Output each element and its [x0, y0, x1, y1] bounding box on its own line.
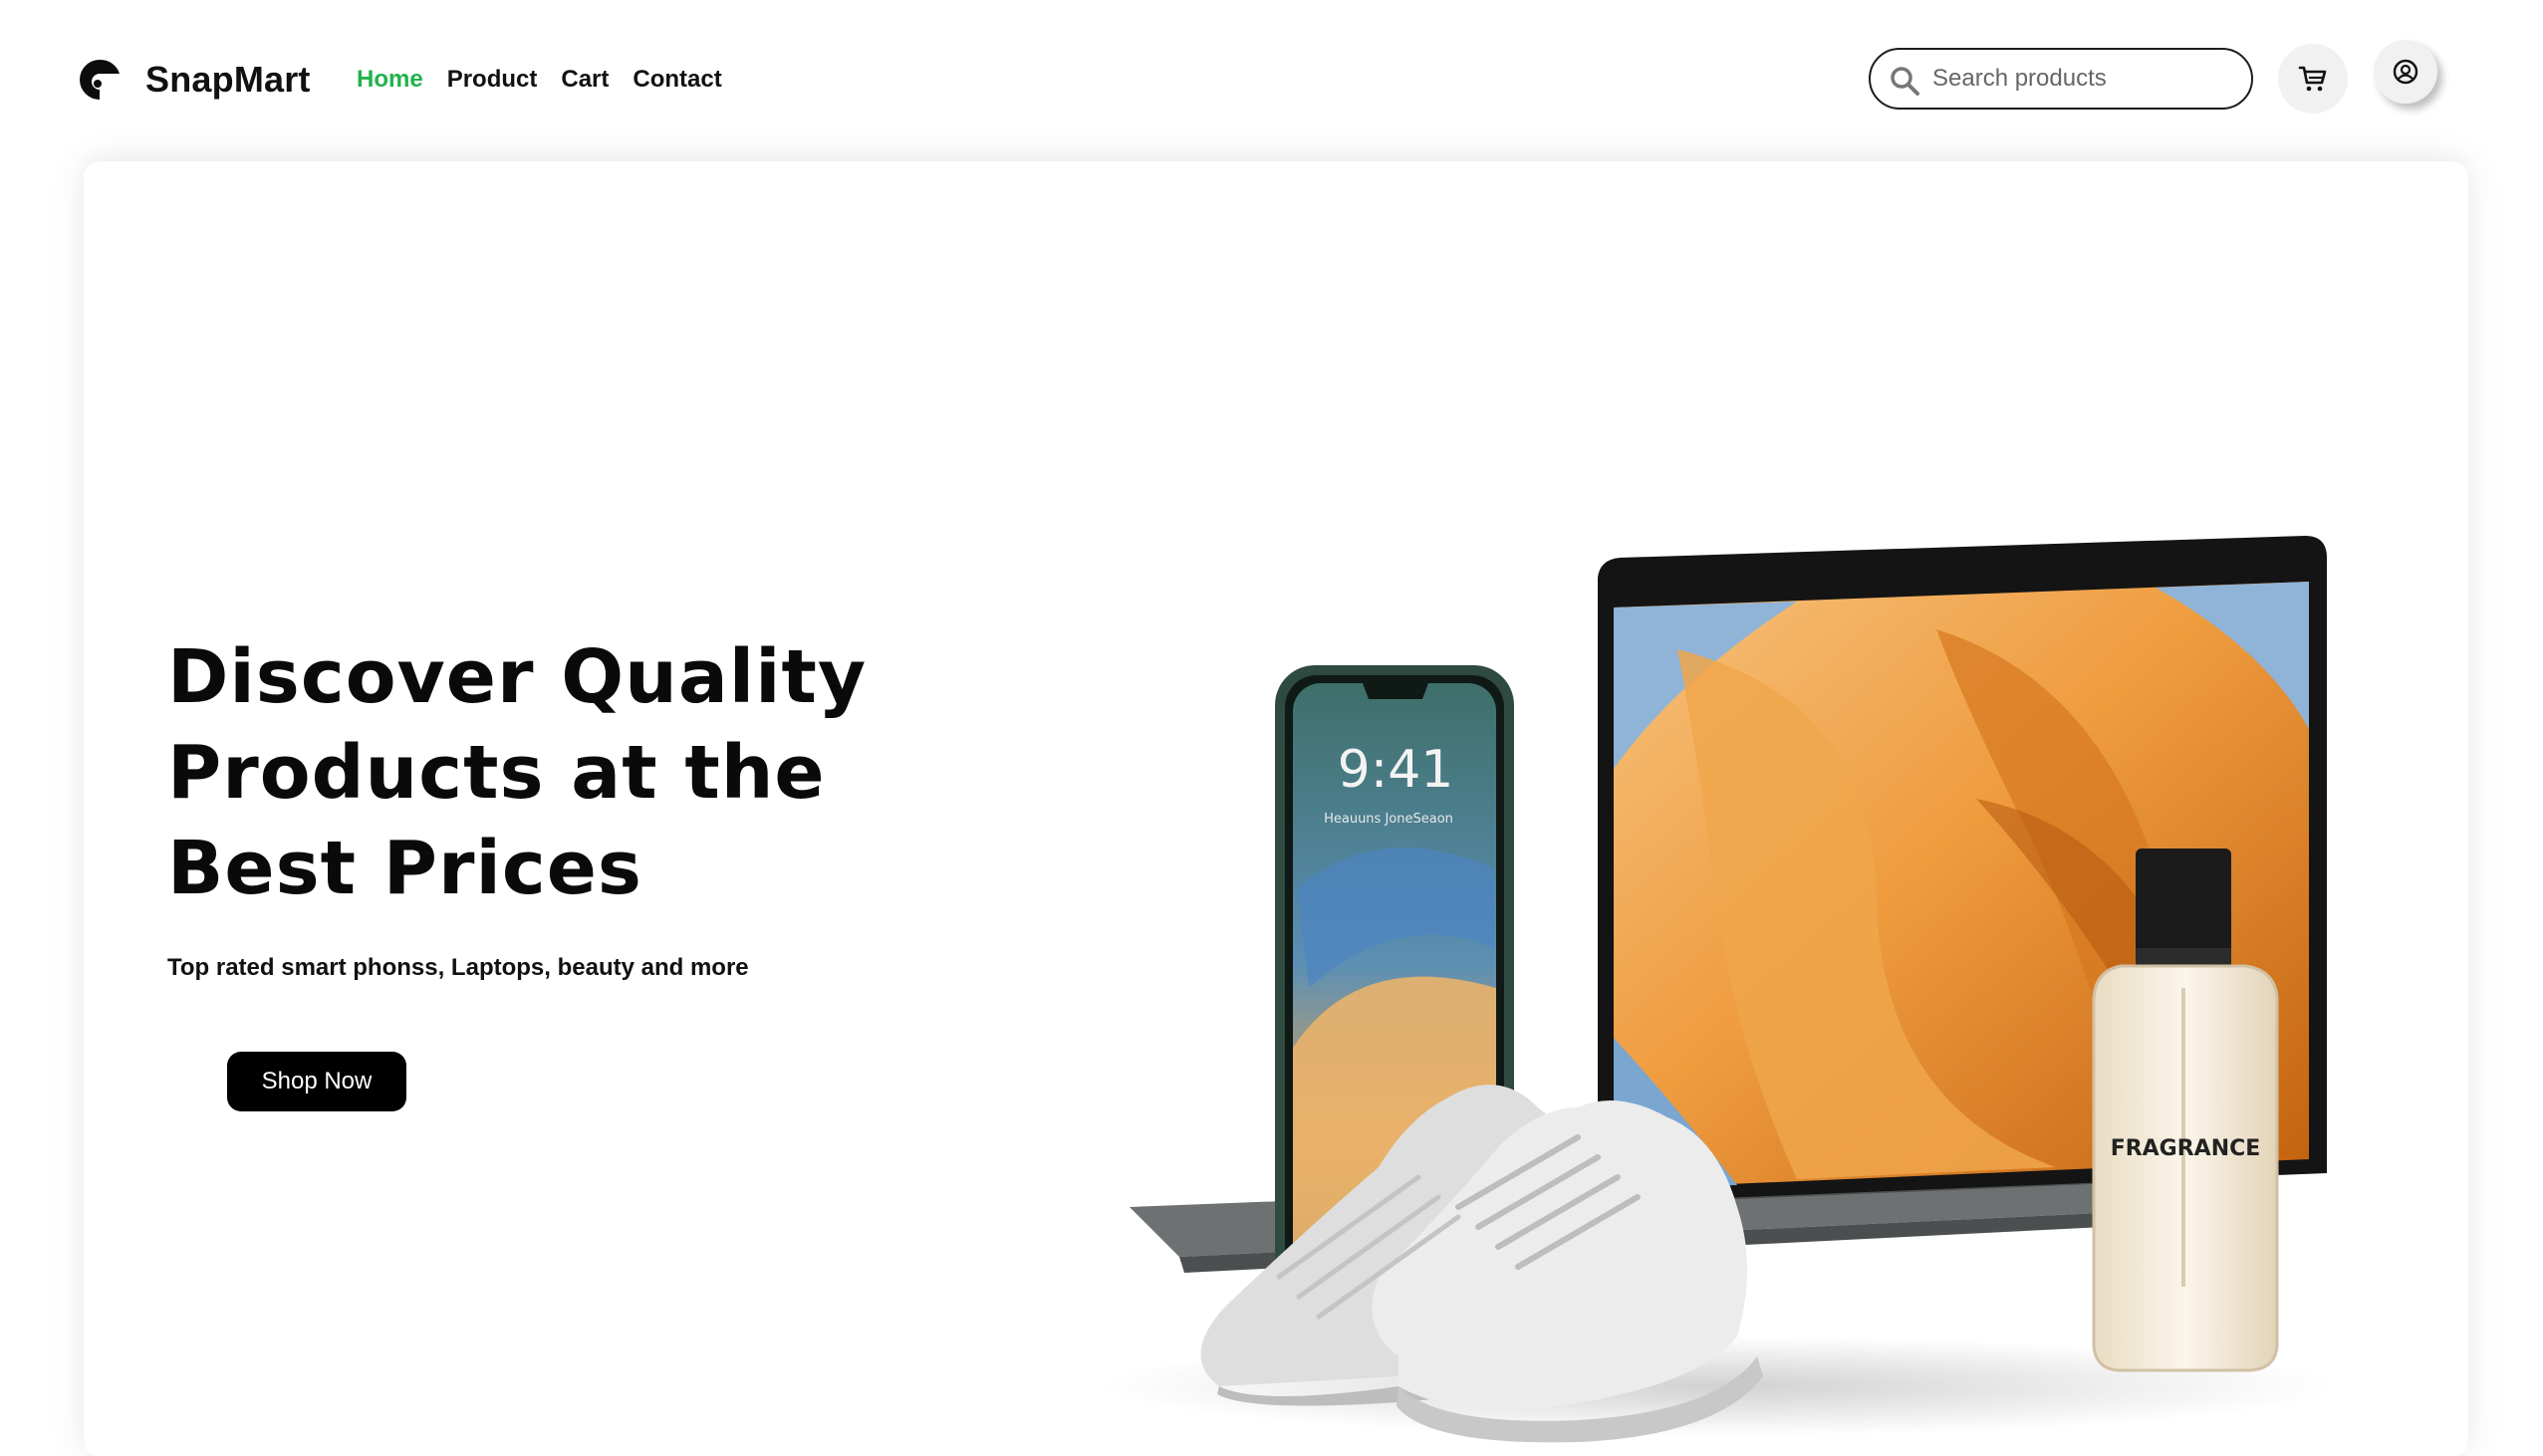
- phone-clock-text: 9:41: [1338, 740, 1454, 800]
- perfume-label-text: FRAGRANCE: [2111, 1136, 2261, 1161]
- nav-link-contact[interactable]: Contact: [633, 62, 721, 98]
- svg-text:Heauuns JoneSeaon: Heauuns JoneSeaon: [1324, 812, 1453, 827]
- cart-button[interactable]: [2278, 44, 2348, 114]
- hero-title: Discover Quality Products at the Best Pr…: [167, 634, 868, 911]
- snapmart-logo-icon[interactable]: [76, 56, 124, 104]
- main-nav: Home Product Cart Contact: [357, 62, 722, 98]
- search-icon: [1891, 67, 1919, 96]
- cart-icon: [2298, 66, 2327, 92]
- nav-link-product[interactable]: Product: [447, 62, 538, 98]
- site-header: SnapMart Home Product Cart Contact: [0, 0, 2543, 159]
- account-button[interactable]: [2374, 40, 2437, 104]
- user-circle-icon: [2393, 59, 2418, 85]
- hero-product-image: 9:41 Heauuns JoneSeaon FRAGRANCE: [1100, 536, 2335, 1443]
- hero-subtitle: Top rated smart phonss, Laptops, beauty …: [167, 954, 749, 981]
- shop-now-button[interactable]: Shop Now: [227, 1052, 406, 1111]
- search-input[interactable]: [1930, 58, 2239, 100]
- hero-card: Discover Quality Products at the Best Pr…: [84, 161, 2468, 1456]
- search-box: [1869, 48, 2253, 110]
- nav-link-home[interactable]: Home: [357, 62, 423, 98]
- brand-name[interactable]: SnapMart: [145, 56, 311, 104]
- nav-link-cart[interactable]: Cart: [561, 62, 609, 98]
